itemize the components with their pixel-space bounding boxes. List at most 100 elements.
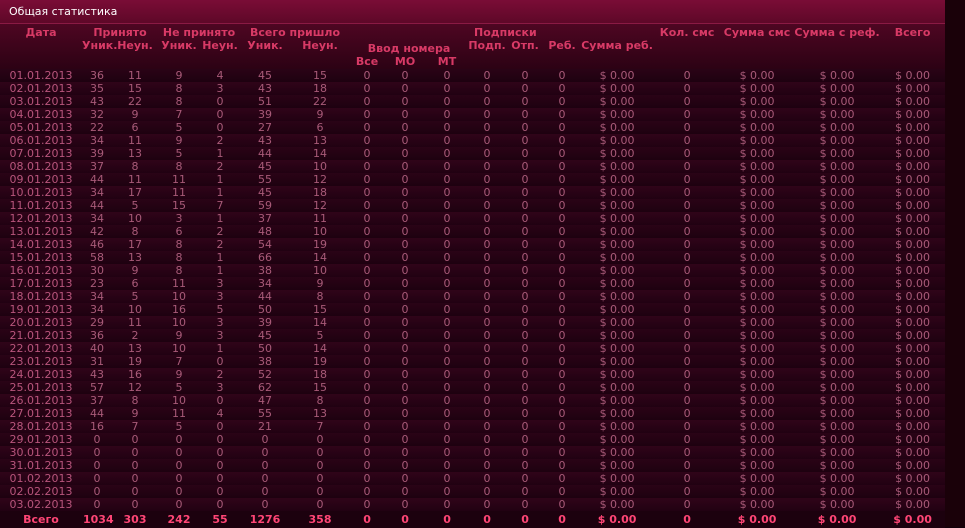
cell: 0 bbox=[521, 108, 529, 121]
cell: 14 bbox=[313, 251, 328, 264]
col-sms-sum[interactable]: Сумма смс bbox=[720, 24, 794, 69]
col-total-came-nonuniq[interactable]: Неун. bbox=[290, 39, 350, 69]
cell: 0 bbox=[521, 342, 529, 355]
cell: $ 0.00 bbox=[895, 420, 931, 433]
col-rebill[interactable]: Реб. bbox=[544, 39, 580, 69]
cell: 0 bbox=[401, 173, 409, 186]
cell: 0 bbox=[363, 238, 371, 251]
cell: 8 bbox=[131, 394, 139, 407]
cell: 50 bbox=[258, 303, 273, 316]
cell: 11 bbox=[128, 173, 142, 186]
row-date: 03.01.2013 bbox=[9, 95, 73, 108]
cell: 0 bbox=[443, 290, 451, 303]
cell: 0 bbox=[401, 290, 409, 303]
totals-row: Всего 1034 303 242 55 1276 358 0 0 0 0 0 0 $ 0.00 0 $ 0… bbox=[0, 511, 946, 528]
cell: 0 bbox=[558, 316, 566, 329]
cell: $ 0.00 bbox=[819, 394, 855, 407]
col-accepted-uniq[interactable]: Уник. bbox=[82, 39, 117, 69]
table-row: 11.01.2013 44 5 15 7 59 12 0 0 0 0 0 0 $ 0.00 0 $ 0.00 $… bbox=[0, 199, 946, 212]
cell: 0 bbox=[521, 69, 529, 82]
cell: 0 bbox=[443, 186, 451, 199]
cell: 0 bbox=[521, 498, 529, 511]
cell: 1 bbox=[216, 212, 224, 225]
col-not-accepted-nonuniq[interactable]: Неун. bbox=[200, 39, 240, 69]
cell: 5 bbox=[316, 329, 324, 342]
cell: 0 bbox=[401, 433, 409, 446]
cell: 0 bbox=[401, 472, 409, 485]
cell: 5 bbox=[131, 290, 139, 303]
cell: 34 bbox=[90, 212, 104, 225]
cell: 0 bbox=[443, 303, 451, 316]
cell: 0 bbox=[483, 407, 491, 420]
col-total[interactable]: Всего bbox=[880, 24, 945, 69]
col-accepted-nonuniq[interactable]: Неун. bbox=[112, 39, 158, 69]
cell: 36 bbox=[90, 69, 104, 82]
row-date: 02.01.2013 bbox=[9, 82, 73, 95]
col-not-accepted-uniq[interactable]: Уник. bbox=[158, 39, 200, 69]
cell: 54 bbox=[258, 238, 273, 251]
col-total-came-uniq[interactable]: Уник. bbox=[240, 39, 290, 69]
cell: 0 bbox=[483, 134, 491, 147]
cell: 0 bbox=[683, 69, 691, 82]
cell: 39 bbox=[258, 316, 273, 329]
cell: 15 bbox=[128, 82, 142, 95]
col-rebill-sum[interactable]: Сумма реб. bbox=[580, 39, 654, 52]
cell: 0 bbox=[216, 446, 224, 459]
cell: 0 bbox=[558, 121, 566, 134]
cell: 0 bbox=[216, 472, 224, 485]
cell: 0 bbox=[521, 251, 529, 264]
cell: 0 bbox=[558, 212, 566, 225]
col-ref-sum[interactable]: Сумма с реф. bbox=[794, 24, 880, 69]
col-input-mo[interactable]: МО bbox=[384, 55, 426, 69]
cell: $ 0.00 bbox=[819, 420, 855, 433]
col-date[interactable]: Дата bbox=[0, 24, 82, 69]
cell: 1 bbox=[216, 264, 224, 277]
cell: $ 0.00 bbox=[739, 485, 775, 498]
cell: $ 0.00 bbox=[599, 420, 635, 433]
cell: 0 bbox=[558, 342, 566, 355]
cell: 9 bbox=[175, 368, 183, 381]
cell: $ 0.00 bbox=[819, 472, 855, 485]
cell: 14 bbox=[313, 147, 328, 160]
total-cell: 0 bbox=[426, 511, 469, 528]
col-unsub[interactable]: Отп. bbox=[506, 39, 544, 69]
col-input-all[interactable]: Все bbox=[350, 55, 384, 69]
cell: $ 0.00 bbox=[599, 251, 635, 264]
cell: 2 bbox=[216, 160, 224, 173]
cell: $ 0.00 bbox=[819, 186, 855, 199]
cell: 0 bbox=[521, 446, 529, 459]
cell: 15 bbox=[172, 199, 187, 212]
cell: 0 bbox=[363, 199, 371, 212]
cell: 0 bbox=[216, 459, 224, 472]
cell: 0 bbox=[443, 121, 451, 134]
row-date: 21.01.2013 bbox=[9, 329, 73, 342]
cell: 44 bbox=[90, 173, 104, 186]
col-input-mt[interactable]: МТ bbox=[426, 55, 468, 69]
row-date: 02.02.2013 bbox=[9, 485, 73, 498]
cell: 2 bbox=[131, 329, 139, 342]
cell: 19 bbox=[128, 355, 142, 368]
cell: 0 bbox=[401, 134, 409, 147]
cell: 0 bbox=[683, 95, 691, 108]
cell: 15 bbox=[313, 381, 328, 394]
cell: 0 bbox=[683, 472, 691, 485]
cell: 0 bbox=[363, 498, 371, 511]
cell: 8 bbox=[175, 95, 183, 108]
cell: $ 0.00 bbox=[739, 472, 775, 485]
cell: 0 bbox=[558, 199, 566, 212]
cell: 0 bbox=[521, 199, 529, 212]
cell: 48 bbox=[258, 225, 273, 238]
cell: 0 bbox=[521, 82, 529, 95]
total-cell: $ 0.00 bbox=[720, 511, 795, 528]
col-subscr[interactable]: Подп. bbox=[468, 39, 506, 69]
cell: 42 bbox=[90, 225, 104, 238]
cell: $ 0.00 bbox=[739, 316, 775, 329]
col-sms-count[interactable]: Кол. смс bbox=[654, 24, 720, 69]
cell: 0 bbox=[363, 186, 371, 199]
cell: $ 0.00 bbox=[739, 459, 775, 472]
cell: 44 bbox=[90, 199, 104, 212]
cell: $ 0.00 bbox=[895, 264, 931, 277]
cell: 43 bbox=[90, 368, 104, 381]
table-row: 21.01.2013 36 2 9 3 45 5 0 0 0 0 0 0 $ 0.00 0 $ 0.00 $ 0… bbox=[0, 329, 946, 342]
cell: 0 bbox=[216, 485, 224, 498]
